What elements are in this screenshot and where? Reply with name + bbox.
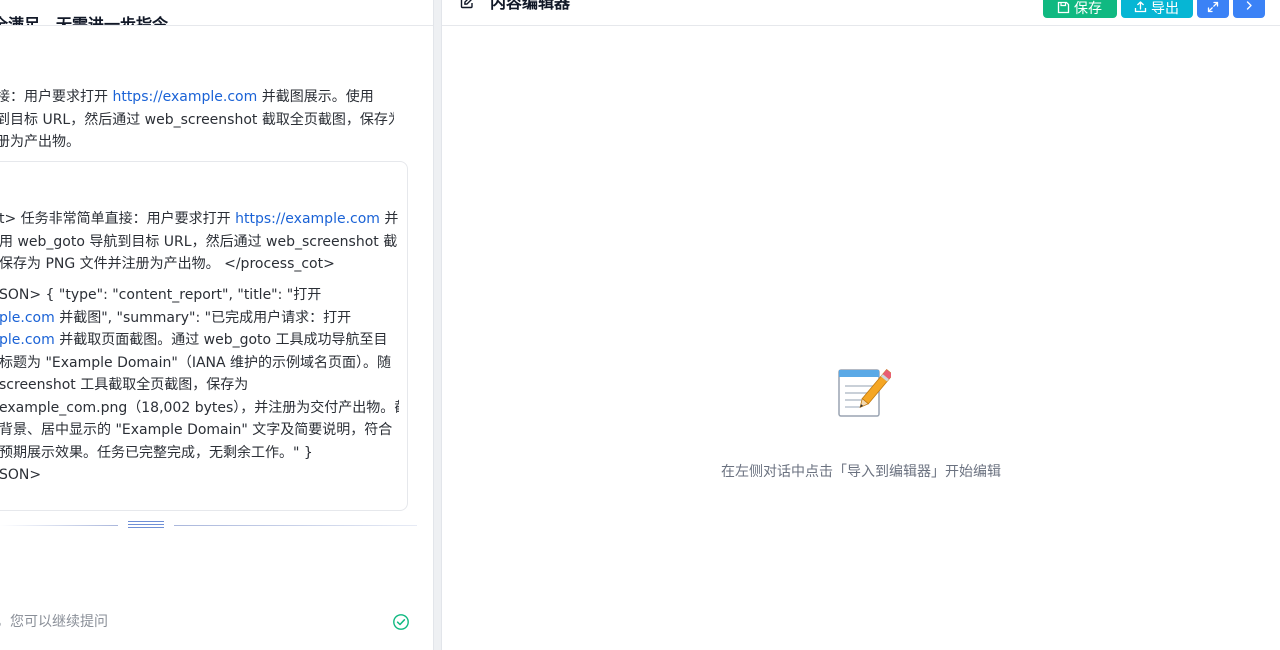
chevron-right-icon — [1246, 1, 1252, 10]
collapse-panel-button[interactable] — [1233, 0, 1265, 18]
json-line: ple.com 并截图", "summary": "已完成用户请求：打开 — [0, 309, 352, 326]
url-link[interactable]: ple.com — [0, 310, 55, 326]
chat-panel: 全满足，无需进一步指令。 接：用户要求打开 https://example.co… — [0, 0, 433, 650]
json-line: SON> — [0, 467, 42, 483]
drag-handle[interactable] — [128, 519, 164, 531]
cot-line: t> 任务非常简单直接：用户要求打开 https://example.com 并 — [0, 211, 399, 227]
url-link[interactable]: ple.com — [0, 332, 55, 348]
export-button[interactable]: 导出 — [1121, 0, 1193, 18]
export-label: 导出 — [1151, 1, 1179, 17]
json-line: 标题为 "Example Domain"（IANA 维护的示例域名页面）。随 — [0, 354, 392, 371]
json-report-block: SON> { "type": "content_report", "title"… — [0, 284, 399, 487]
completion-status-text: ，您可以继续提问 — [0, 614, 108, 630]
answer-line: 到目标 URL，然后通过 web_screenshot 截取全页截图，保存为 — [0, 111, 394, 128]
expand-button[interactable] — [1197, 0, 1229, 18]
answer-line: 接：用户要求打开 https://example.com 并截图展示。使用 — [0, 89, 374, 105]
expand-icon — [1207, 1, 1219, 13]
editor-title: 内容编辑器 — [490, 0, 571, 12]
check-circle-icon — [393, 614, 409, 630]
json-line: screenshot 工具截取全页截图，保存为 — [0, 377, 249, 393]
process-output-card: t> 任务非常简单直接：用户要求打开 https://example.com 并… — [0, 161, 408, 511]
cot-line: 保存为 PNG 文件并注册为产出物。 </process_cot> — [0, 256, 335, 272]
url-link[interactable]: https://example.com — [235, 211, 380, 227]
editor-toolbar: 内容编辑器 保存 导出 — [442, 0, 1280, 26]
json-line: SON> { "type": "content_report", "title"… — [0, 287, 322, 303]
save-label: 保存 — [1074, 1, 1102, 17]
json-line: 背景、居中显示的 "Example Domain" 文字及简要说明，符合 — [0, 422, 393, 438]
editor-empty-hint: 在左侧对话中点击「导入到编辑器」开始编辑 — [721, 464, 1001, 480]
memo-icon — [838, 368, 891, 417]
save-button[interactable]: 保存 — [1043, 0, 1117, 18]
process-cot-block: t> 任务非常简单直接：用户要求打开 https://example.com 并… — [0, 208, 399, 276]
editor-panel: 内容编辑器 保存 导出 在左侧对话中点击「导入到编辑器」开始编辑 — [442, 0, 1280, 650]
section-divider-left — [0, 525, 118, 526]
url-link[interactable]: https://example.com — [112, 89, 257, 105]
json-line: 预期展示效果。任务已完整完成，无剩余工作。" } — [0, 444, 313, 461]
assistant-answer: 接：用户要求打开 https://example.com 并截图展示。使用 到目… — [0, 86, 394, 154]
chat-header: 全满足，无需进一步指令。 — [0, 0, 433, 26]
json-line: ple.com 并截取页面截图。通过 web_goto 工具成功导航至目 — [0, 332, 388, 348]
json-line: example_com.png（18,002 bytes），并注册为交付产出物。… — [0, 399, 399, 416]
answer-line: 册为产出物。 — [0, 134, 80, 150]
chat-message-heading: 全满足，无需进一步指令。 — [0, 15, 185, 26]
panel-resizer[interactable] — [433, 0, 442, 650]
cot-line: 用 web_goto 导航到目标 URL，然后通过 web_screenshot… — [0, 233, 398, 250]
section-divider-right — [174, 525, 417, 526]
edit-icon — [460, 0, 473, 9]
